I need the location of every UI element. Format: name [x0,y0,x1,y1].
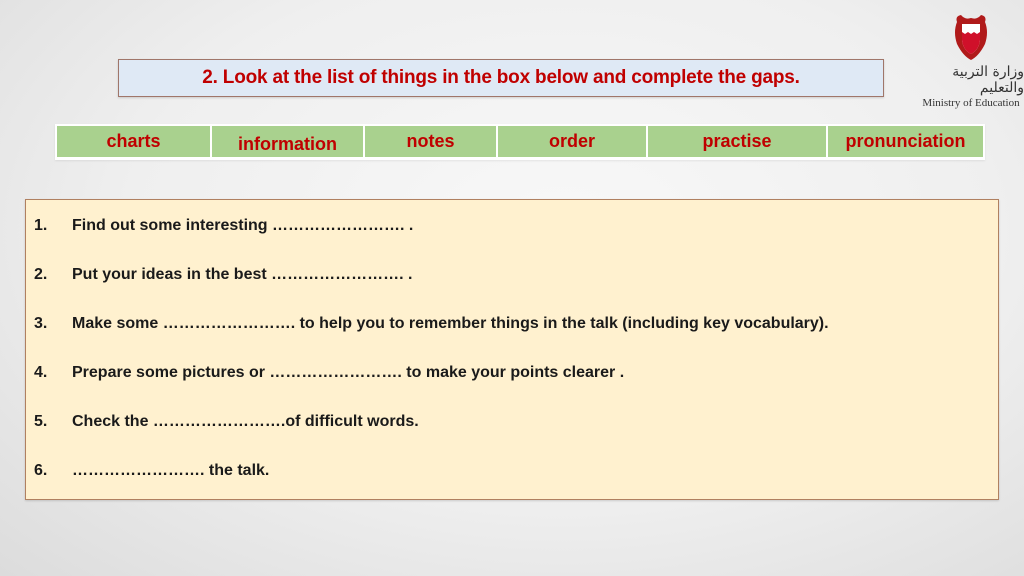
word-bank-item: order [498,126,648,157]
item-number: 3. [34,315,48,332]
item-text: Prepare some pictures or ……………………. to ma… [72,364,625,381]
exercise-item: 5. Check the …………………….of difficult words… [26,410,419,434]
item-number: 1. [34,217,48,234]
instruction-title-box: 2. Look at the list of things in the box… [118,59,884,97]
exercise-item: 3. Make some ……………………. to help you to re… [26,312,829,336]
gap-fill-exercise: 1. Find out some interesting ……………………. .… [25,199,999,500]
word-bank-item: charts [57,126,212,157]
exercise-item: 6. ……………………. the talk. [26,459,269,483]
logo-arabic-text: وزارة التربية والتعليم [952,64,1024,96]
word-bank-item: notes [365,126,498,157]
item-number: 4. [34,364,48,381]
item-text: Find out some interesting ……………………. . [72,217,414,234]
exercise-item: 1. Find out some interesting ……………………. . [26,214,413,238]
item-text: Make some ……………………. to help you to remem… [72,315,829,332]
word-bank: charts information notes order practise … [55,124,985,160]
item-text: ……………………. the talk. [72,462,270,479]
exercise-item: 2. Put your ideas in the best ……………………. … [26,263,412,287]
item-number: 6. [34,462,48,479]
ministry-logo: وزارة التربية والتعليم Ministry of Educa… [918,12,1024,112]
instruction-title: 2. Look at the list of things in the box… [202,67,800,88]
logo-english-text: Ministry of Education [922,97,1020,109]
item-number: 5. [34,413,48,430]
bahrain-emblem-icon [955,15,987,60]
word-bank-item: pronunciation [828,126,983,157]
item-text: Put your ideas in the best ……………………. . [72,266,413,283]
item-text: Check the …………………….of difficult words. [72,413,419,430]
item-number: 2. [34,266,48,283]
word-bank-item: information [212,126,365,157]
exercise-item: 4. Prepare some pictures or ……………………. to… [26,361,624,385]
word-bank-item: practise [648,126,828,157]
